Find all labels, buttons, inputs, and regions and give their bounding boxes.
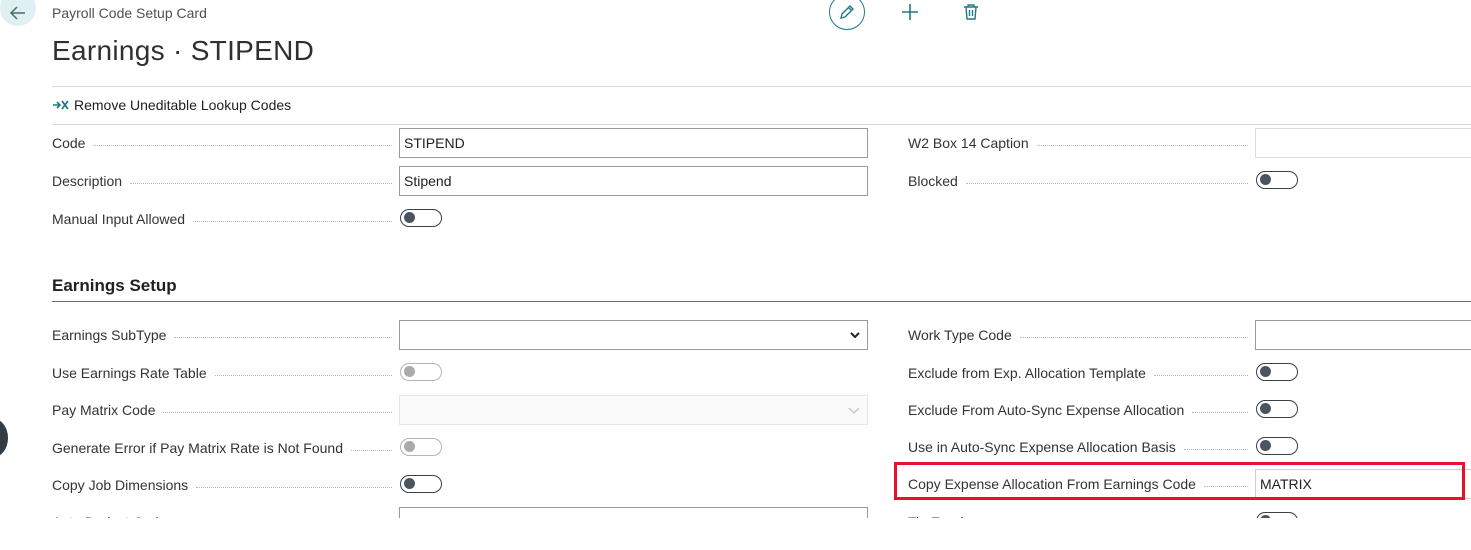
blocked-label: Blocked	[908, 171, 1248, 191]
description-input[interactable]: Stipend	[399, 166, 868, 196]
work-type-code-label: Work Type Code	[908, 325, 1248, 345]
page-title: Earnings · STIPEND	[52, 35, 315, 66]
code-input[interactable]: STIPEND	[399, 128, 868, 158]
exclude-exp-allocation-template-toggle[interactable]	[1256, 363, 1298, 381]
blocked-toggle[interactable]	[1256, 171, 1298, 189]
side-panel-handle[interactable]	[0, 419, 8, 457]
header-divider	[52, 86, 1471, 87]
copy-job-dimensions-label: Copy Job Dimensions	[52, 475, 392, 495]
manual-input-allowed-label: Manual Input Allowed	[52, 209, 392, 229]
description-label: Description	[52, 171, 392, 191]
w2-box14-caption-label: W2 Box 14 Caption	[908, 133, 1248, 153]
remove-uneditable-lookup-codes-label: Remove Uneditable Lookup Codes	[74, 97, 292, 113]
copy-job-dimensions-toggle[interactable]	[400, 475, 442, 493]
work-type-code-input[interactable]	[1255, 320, 1471, 350]
exclude-auto-sync-expense-allocation-label: Exclude From Auto-Sync Expense Allocatio…	[908, 400, 1248, 420]
exclude-auto-sync-expense-allocation-toggle[interactable]	[1256, 400, 1298, 418]
pay-matrix-code-label: Pay Matrix Code	[52, 400, 392, 420]
action-bar-divider	[52, 124, 1471, 125]
earnings-setup-section-title[interactable]: Earnings Setup	[52, 276, 177, 296]
use-earnings-rate-table-toggle[interactable]	[400, 363, 442, 381]
generate-error-toggle[interactable]	[400, 438, 442, 456]
edit-button[interactable]	[829, 0, 865, 30]
delete-button[interactable]	[962, 0, 980, 24]
exclude-exp-allocation-template-label: Exclude from Exp. Allocation Template	[908, 363, 1248, 383]
manual-input-allowed-toggle[interactable]	[400, 209, 442, 227]
arrow-left-icon	[9, 6, 25, 20]
remove-uneditable-lookup-codes-action[interactable]: Remove Uneditable Lookup Codes	[52, 97, 291, 113]
section-divider	[52, 301, 1471, 302]
trash-icon	[964, 4, 978, 20]
chevron-down-icon	[850, 332, 860, 339]
code-label: Code	[52, 133, 392, 153]
earnings-subtype-select[interactable]	[399, 320, 868, 350]
new-button[interactable]	[899, 0, 921, 24]
back-button[interactable]	[0, 0, 36, 26]
breadcrumb: Payroll Code Setup Card	[52, 5, 207, 21]
chevron-down-icon	[848, 407, 860, 414]
earnings-subtype-label: Earnings SubType	[52, 325, 392, 345]
pay-matrix-code-select[interactable]	[399, 395, 868, 425]
w2-box14-caption-input[interactable]	[1255, 128, 1471, 158]
use-earnings-rate-table-label: Use Earnings Rate Table	[52, 363, 392, 383]
remove-lookup-icon	[53, 100, 69, 110]
viewport-bottom-edge	[0, 518, 1471, 550]
pencil-icon	[840, 5, 854, 19]
use-auto-sync-expense-allocation-basis-label: Use in Auto-Sync Expense Allocation Basi…	[908, 437, 1248, 457]
generate-error-label: Generate Error if Pay Matrix Rate is Not…	[52, 438, 392, 458]
highlight-box	[894, 462, 1465, 500]
plus-icon	[902, 4, 918, 20]
use-auto-sync-expense-allocation-basis-toggle[interactable]	[1256, 437, 1298, 455]
